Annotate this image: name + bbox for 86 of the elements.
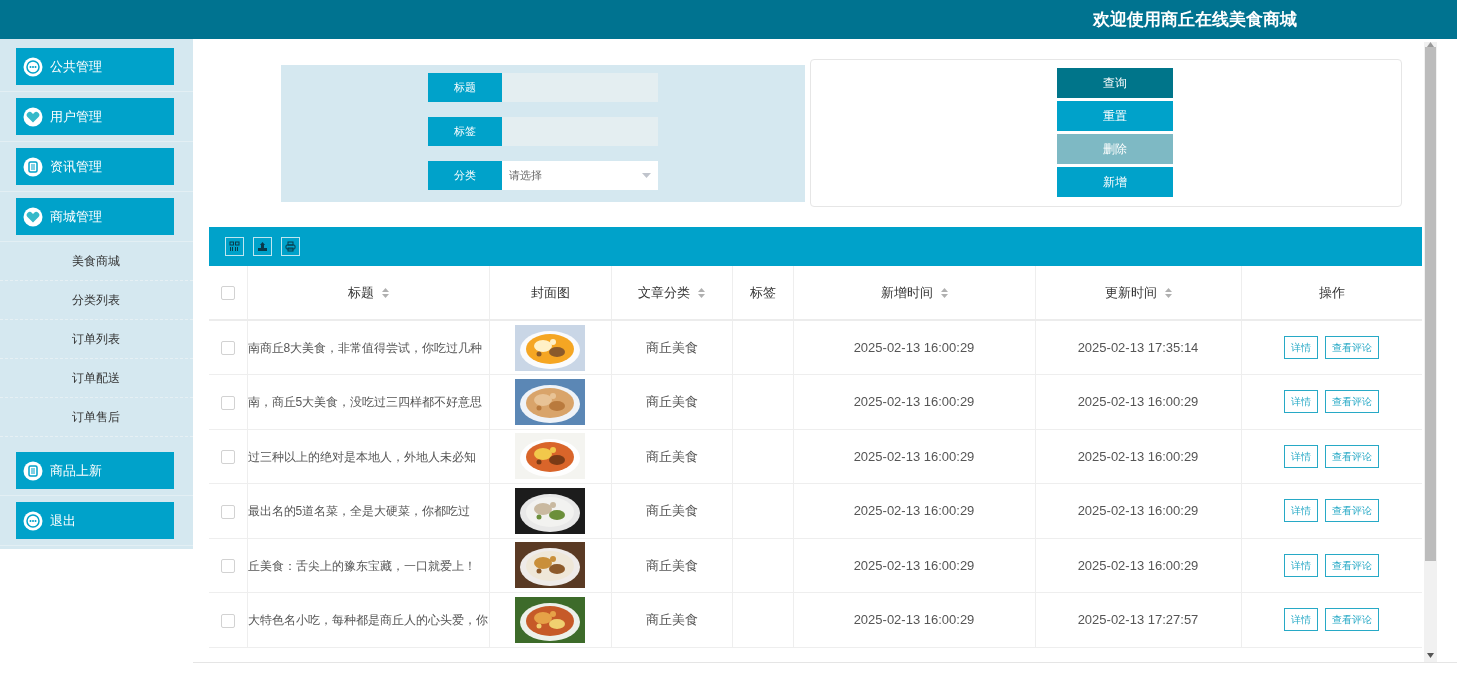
updated-time-cell: 2025-02-13 16:00:29 [1077,394,1199,409]
sort-icon[interactable] [381,287,389,298]
sort-icon[interactable] [1164,287,1172,298]
column-header[interactable]: 标题 [347,282,389,303]
scrollbar[interactable] [1424,42,1437,662]
column-header: 标签 [749,283,776,302]
checkbox[interactable] [220,559,235,574]
details-button[interactable]: 详情 [1284,336,1318,359]
details-button[interactable]: 详情 [1284,390,1318,414]
created-time-cell: 2025-02-13 16:00:29 [853,394,975,409]
column-header[interactable]: 文章分类 [638,282,705,303]
columns-icon[interactable] [225,237,244,256]
chat-bubble-icon [23,510,43,531]
checkbox[interactable] [220,395,235,410]
comments-button[interactable]: 查看评论 [1325,499,1379,523]
chat-bubble-icon [23,56,43,77]
action-button[interactable]: 新增 [1057,167,1173,197]
submenu-item[interactable]: 美食商城 [72,252,120,270]
sidebar-menu-button[interactable]: 商城管理 [16,198,174,235]
title-cell: 南商丘8大美食，非常值得尝试，你吃过几种 [247,340,483,355]
submenu-item[interactable]: 订单列表 [72,330,120,348]
checkbox[interactable] [220,450,235,465]
list-icon [23,156,43,177]
category-cell: 商丘美食 [645,339,698,355]
details-button[interactable]: 详情 [1284,444,1318,468]
column-header[interactable]: 新增时间 [880,282,948,303]
action-button[interactable]: 查询 [1057,68,1173,98]
field-label: 标题 [428,73,502,102]
category-select[interactable]: 请选择 [502,161,658,190]
title-cell: 南，商丘5大美食，没吃过三四样都不好意思 [247,395,483,409]
field-label: 分类 [428,161,502,190]
category-cell: 商丘美食 [645,557,698,573]
title-cell: 最出名的5道名菜，全是大硬菜，你都吃过 [247,504,471,518]
created-time-cell: 2025-02-13 16:00:29 [853,612,975,627]
category-cell: 商丘美食 [645,612,698,627]
created-time-cell: 2025-02-13 16:00:29 [853,448,975,464]
category-cell: 商丘美食 [645,448,698,464]
action-button[interactable]: 重置 [1057,101,1173,131]
updated-time-cell: 2025-02-13 16:00:29 [1077,557,1199,573]
field-label: 标签 [428,117,502,146]
category-cell: 商丘美食 [645,394,698,409]
checkbox[interactable] [220,504,235,519]
created-time-cell: 2025-02-13 16:00:29 [853,339,975,355]
column-header: 操作 [1318,283,1345,302]
updated-time-cell: 2025-02-13 17:27:57 [1077,612,1199,627]
details-button[interactable]: 详情 [1284,608,1318,632]
updated-time-cell: 2025-02-13 16:00:29 [1077,503,1199,518]
title-cell: 过三种以上的绝对是本地人，外地人未必知 [247,449,476,464]
checkbox[interactable] [220,613,235,628]
sidebar-menu-button[interactable]: 退出 [16,502,174,539]
scrollbar-thumb[interactable] [1425,47,1436,561]
dropdown-caret-icon[interactable] [642,173,651,178]
created-time-cell: 2025-02-13 16:00:29 [853,503,975,518]
created-time-cell: 2025-02-13 16:00:29 [853,557,975,573]
list-icon [23,460,43,481]
comments-button[interactable]: 查看评论 [1325,390,1379,414]
sidebar-menu-button[interactable]: 用户管理 [16,98,174,135]
submenu-item[interactable]: 分类列表 [72,291,120,309]
checkbox[interactable] [220,286,235,301]
header-title: 欢迎使用商丘在线美食商城 [1093,8,1297,31]
sidebar-menu-button[interactable]: 商品上新 [16,452,174,489]
comments-button[interactable]: 查看评论 [1325,444,1379,468]
sidebar-menu-button[interactable]: 资讯管理 [16,148,174,185]
submenu-item[interactable]: 订单配送 [72,369,120,387]
comments-button[interactable]: 查看评论 [1325,336,1379,359]
export-icon[interactable] [253,237,272,256]
input-field[interactable] [502,73,658,102]
sidebar-menu-button[interactable]: 公共管理 [16,48,174,85]
column-header: 封面图 [530,283,570,302]
input-field[interactable] [502,117,658,146]
sort-icon[interactable] [698,287,705,298]
checkbox[interactable] [220,341,235,356]
updated-time-cell: 2025-02-13 16:00:29 [1077,448,1199,464]
column-header[interactable]: 更新时间 [1104,282,1172,303]
title-cell: 丘美食：舌尖上的豫东宝藏，一口就爱上！ [247,558,476,573]
details-button[interactable]: 详情 [1284,553,1318,577]
submenu-item[interactable]: 订单售后 [72,408,120,426]
scroll-down-icon[interactable] [1427,653,1434,658]
details-button[interactable]: 详情 [1284,499,1318,523]
category-cell: 商丘美食 [645,503,698,518]
sort-icon[interactable] [940,287,948,298]
title-cell: 大特色名小吃，每种都是商丘人的心头爱，你 [247,613,488,627]
comments-button[interactable]: 查看评论 [1325,608,1379,632]
comments-button[interactable]: 查看评论 [1325,553,1379,577]
print-icon[interactable] [281,237,300,256]
updated-time-cell: 2025-02-13 17:35:14 [1077,339,1199,355]
